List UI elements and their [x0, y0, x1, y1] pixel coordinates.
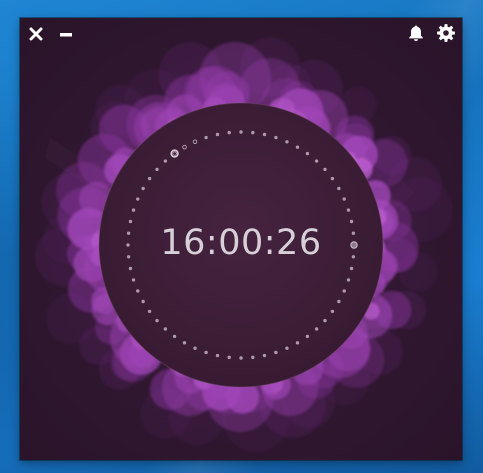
second-dot: [342, 197, 346, 201]
second-dot: [314, 327, 319, 331]
close-icon: [29, 27, 43, 41]
second-dot: [147, 176, 152, 181]
second-dot: [155, 318, 159, 323]
second-dot: [346, 208, 351, 212]
second-dot: [193, 346, 197, 350]
second-dot: [204, 350, 208, 355]
settings-button[interactable]: [434, 21, 458, 45]
bell-icon: [409, 25, 423, 41]
second-dot: [295, 145, 300, 149]
second-dot: [182, 341, 187, 345]
minimize-button[interactable]: [54, 22, 78, 46]
second-dot: [227, 130, 231, 135]
second-dot: [215, 353, 220, 358]
second-dot: [163, 159, 168, 163]
second-dot: [305, 151, 310, 156]
close-button[interactable]: [24, 22, 48, 46]
second-dot: [323, 167, 327, 172]
second-dot: [251, 355, 255, 360]
second-dot: [285, 140, 289, 144]
second-dot: [262, 132, 267, 137]
second-dot: [323, 318, 327, 323]
second-dot: [239, 356, 243, 360]
second-dot: [227, 355, 231, 360]
time-display: 16:00:26: [160, 223, 322, 263]
alarm-button[interactable]: [404, 21, 428, 45]
second-dot: [330, 309, 335, 314]
gear-icon: [437, 24, 455, 42]
second-dot: [262, 353, 267, 358]
second-dot: [131, 208, 136, 212]
second-dot: [342, 289, 346, 293]
second-dot: [337, 299, 341, 304]
second-dot: [285, 346, 289, 350]
second-dot: [251, 130, 255, 135]
second-dot: [239, 130, 243, 134]
second-dot: [163, 327, 168, 331]
second-dot: [155, 167, 159, 172]
second-dot: [346, 278, 351, 282]
second-dot: [204, 135, 208, 140]
second-dot: [330, 176, 335, 181]
second-dot: [274, 135, 278, 140]
second-dot: [141, 299, 145, 304]
second-dot: [215, 132, 220, 137]
second-dot: [136, 289, 140, 293]
clock-app-window: 16:00:26: [20, 18, 462, 460]
second-dot: [141, 186, 145, 191]
second-dot: [295, 341, 300, 345]
second-dot: [147, 309, 152, 314]
second-dot: [337, 186, 341, 191]
second-dot: [349, 266, 354, 271]
second-dot: [131, 278, 136, 282]
second-dot: [305, 334, 310, 339]
second-dot: [172, 334, 177, 339]
second-dot: [136, 197, 140, 201]
second-dot: [128, 266, 133, 271]
second-dot: [274, 350, 278, 355]
second-dot: [314, 159, 319, 163]
minimize-icon: [60, 33, 72, 37]
